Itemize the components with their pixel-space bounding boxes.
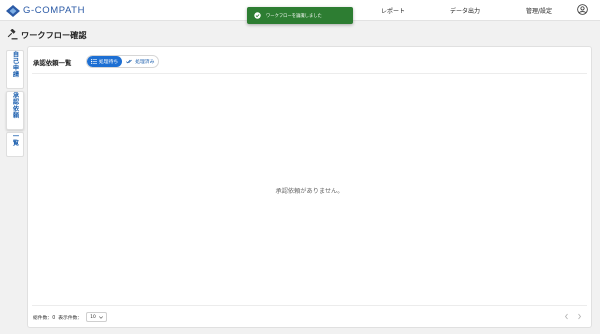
page-size-select[interactable]: 10 (86, 312, 107, 322)
page-header: ワークフロー確認 (7, 28, 87, 41)
status-toggle: 処理待ち 処理済み (86, 55, 160, 68)
tab-self-application[interactable]: 自己申請 (6, 50, 24, 89)
total-count: 総件数：0 (33, 315, 56, 321)
page-size-value: 10 (90, 314, 96, 320)
success-toast: ワークフローを論識しました (247, 7, 353, 24)
double-check-icon (126, 59, 133, 64)
user-account-icon[interactable] (577, 4, 588, 15)
logo[interactable]: G-COMPATH (6, 4, 85, 17)
page-title: ワークフロー確認 (21, 29, 87, 40)
tab-list[interactable]: 一覧 (6, 132, 24, 157)
tab-self-application-label: 自己申請 (11, 51, 19, 78)
chevron-right-icon[interactable] (576, 313, 583, 320)
toast-message: ワークフローを論識しました (266, 13, 322, 19)
header-divider (32, 73, 587, 74)
tab-list-label: 一覧 (11, 133, 19, 147)
display-count-label: 表示件数： (58, 315, 83, 321)
footer-divider (32, 305, 587, 306)
logo-text: G-COMPATH (23, 5, 86, 16)
nav-report[interactable]: レポート (381, 6, 405, 15)
tab-processed-label: 処理済み (135, 60, 155, 65)
check-circle-icon (254, 12, 261, 19)
chevron-down-icon (98, 315, 103, 319)
tab-pending[interactable]: 処理待ち (87, 56, 123, 67)
nav-admin-settings[interactable]: 管理/設定 (526, 6, 552, 15)
nav-data-export[interactable]: データ出力 (450, 6, 480, 15)
chevron-left-icon[interactable] (563, 313, 570, 320)
tab-approval-request[interactable]: 承認依頼 (6, 91, 24, 130)
pagination-footer: 総件数：0 表示件数： 10 (33, 312, 107, 322)
panel-title: 承認依頼一覧 (33, 59, 72, 67)
empty-state-message: 承認依頼がありません。 (275, 188, 344, 195)
list-icon (91, 59, 97, 64)
tab-approval-request-label: 承認依頼 (11, 92, 19, 119)
logo-icon (6, 4, 20, 17)
approval-request-panel: 承認依頼一覧 処理待ち 処理済み 承認依頼がありません。 総件数：0 表示件数：… (27, 46, 592, 328)
gavel-icon (7, 29, 18, 40)
tab-pending-label: 処理待ち (99, 60, 119, 65)
tab-processed[interactable]: 処理済み (122, 56, 158, 67)
